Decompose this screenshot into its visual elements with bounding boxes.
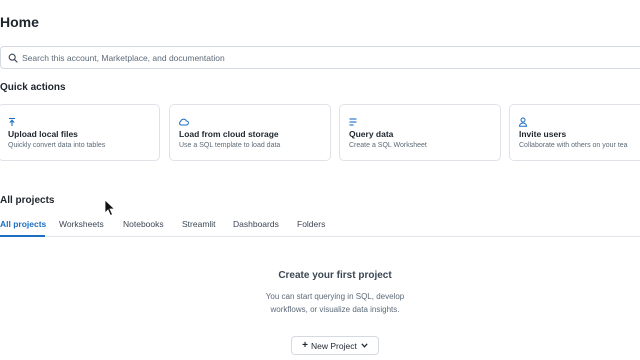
empty-state-title: Create your first project: [278, 270, 392, 281]
mouse-cursor-icon: [104, 199, 116, 217]
chevron-down-icon: [361, 343, 368, 348]
empty-state-line-1: You can start querying in SQL, develop: [265, 292, 405, 301]
quick-actions-heading: Quick actions: [0, 82, 66, 93]
tab-streamlit[interactable]: Streamlit: [182, 219, 216, 229]
page-title: Home: [0, 14, 39, 30]
empty-state-line-2: workflows, or visualize data insights.: [270, 305, 400, 314]
search-input[interactable]: [22, 52, 640, 63]
empty-state: Create your first project You can start …: [0, 270, 640, 316]
query-data-card[interactable]: Query data Create a SQL Worksheet: [339, 104, 501, 161]
card-description: Use a SQL template to load data: [179, 142, 281, 149]
card-description: Quickly convert data into tables: [8, 142, 106, 149]
card-description: Collaborate with others on your tea: [519, 142, 628, 149]
load-from-cloud-storage-card[interactable]: Load from cloud storage Use a SQL templa…: [169, 104, 331, 161]
search-icon: [6, 51, 20, 65]
new-project-label: New Project: [311, 340, 357, 351]
all-projects-heading: All projects: [0, 195, 55, 206]
cloud-icon: [178, 114, 189, 126]
tab-dashboards[interactable]: Dashboards: [233, 219, 279, 229]
upload-icon: [7, 114, 17, 126]
list-icon: [348, 114, 358, 126]
upload-local-files-card[interactable]: Upload local files Quickly convert data …: [0, 104, 160, 161]
card-title: Upload local files: [8, 129, 78, 139]
plus-icon: +: [302, 340, 308, 351]
active-tab-indicator: [0, 235, 45, 237]
projects-tabs: All projects Worksheets Notebooks Stream…: [0, 214, 640, 237]
user-icon: [518, 114, 528, 127]
card-title: Invite users: [519, 129, 567, 139]
quick-actions-cards: Upload local files Quickly convert data …: [0, 104, 640, 161]
new-project-button[interactable]: + New Project: [291, 336, 379, 355]
tab-folders[interactable]: Folders: [297, 219, 325, 229]
card-title: Query data: [349, 129, 394, 139]
invite-users-card[interactable]: Invite users Collaborate with others on …: [509, 104, 640, 161]
tab-worksheets[interactable]: Worksheets: [59, 219, 104, 229]
card-title: Load from cloud storage: [179, 129, 279, 139]
tab-notebooks[interactable]: Notebooks: [123, 219, 164, 229]
card-description: Create a SQL Worksheet: [349, 142, 427, 149]
search-bar[interactable]: [0, 46, 640, 69]
empty-state-description: You can start querying in SQL, develop w…: [0, 290, 640, 316]
tab-all-projects[interactable]: All projects: [0, 219, 46, 229]
